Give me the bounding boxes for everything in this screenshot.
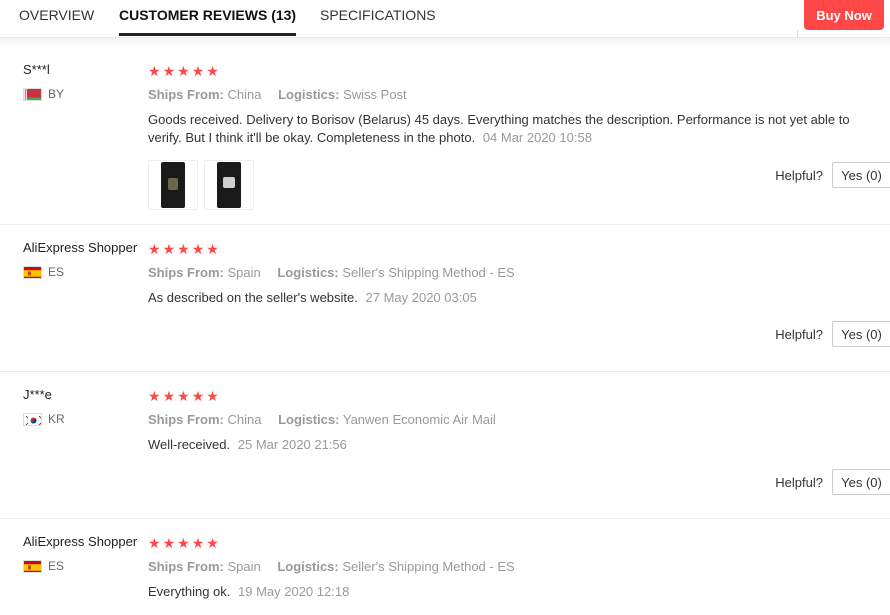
- shipping-info: Ships From: Spain Logistics: Seller's Sh…: [148, 265, 515, 280]
- star-rating: ★ ★ ★ ★ ★: [148, 64, 219, 78]
- review-date: 19 May 2020 12:18: [238, 584, 350, 599]
- tab-customer-reviews[interactable]: CUSTOMER REVIEWS (13): [119, 0, 297, 37]
- logistics-value: Yanwen Economic Air Mail: [342, 412, 496, 427]
- review-photo-thumbnail[interactable]: [204, 160, 254, 210]
- ships-from-label: Ships From:: [148, 87, 224, 102]
- tab-overview[interactable]: OVERVIEW: [19, 0, 94, 37]
- reviewer-name: AliExpress Shopper: [23, 534, 138, 549]
- review-body: As described on the seller's website.: [148, 290, 358, 305]
- star-rating: ★ ★ ★ ★ ★: [148, 536, 219, 550]
- star-icon: ★: [148, 63, 161, 79]
- helpful-label: Helpful?: [775, 167, 823, 183]
- reviewer-country: BY: [23, 87, 64, 101]
- review-text: Well-received. 25 Mar 2020 21:56: [148, 436, 873, 454]
- helpful-vote: Helpful? Yes (0): [775, 162, 890, 188]
- ships-from-label: Ships From:: [148, 265, 224, 280]
- helpful-vote: Helpful? Yes (0): [775, 469, 890, 495]
- reviewer-country: ES: [23, 559, 64, 573]
- reviewer-country: KR: [23, 412, 65, 426]
- review-text: As described on the seller's website. 27…: [148, 289, 873, 307]
- ships-from-value: Spain: [227, 559, 261, 574]
- country-code: ES: [48, 265, 65, 279]
- reviewer-country: ES: [23, 265, 64, 279]
- review-text: Everything ok. 19 May 2020 12:18: [148, 583, 873, 601]
- star-icon: ★: [148, 388, 161, 404]
- star-icon: ★: [177, 241, 190, 257]
- helpful-yes-button[interactable]: Yes (0): [832, 469, 890, 495]
- review-photos: [148, 160, 254, 210]
- star-icon: ★: [148, 241, 161, 257]
- star-icon: ★: [191, 241, 205, 257]
- star-rating: ★ ★ ★ ★ ★: [148, 389, 219, 403]
- helpful-label: Helpful?: [775, 474, 823, 490]
- ships-from-value: Spain: [227, 265, 261, 280]
- helpful-yes-button[interactable]: Yes (0): [832, 321, 890, 347]
- star-icon: ★: [162, 241, 176, 257]
- product-tab-bar: OVERVIEW CUSTOMER REVIEWS (13) SPECIFICA…: [0, 0, 890, 40]
- logistics-label: Logistics:: [278, 412, 340, 427]
- review-date: 04 Mar 2020 10:58: [482, 130, 592, 145]
- country-code: KR: [48, 412, 65, 426]
- ships-from-value: China: [227, 412, 262, 427]
- divider: [0, 38, 890, 46]
- buy-now-button[interactable]: Buy Now: [804, 0, 884, 30]
- star-icon: ★: [177, 388, 190, 404]
- logistics-label: Logistics:: [277, 265, 339, 280]
- star-icon: ★: [162, 63, 176, 79]
- spain-flag-icon: [23, 559, 42, 573]
- star-icon: ★: [191, 388, 205, 404]
- star-icon: ★: [162, 388, 176, 404]
- review-item: AliExpress Shopper ES ★ ★ ★ ★ ★ Ships Fr…: [0, 225, 890, 372]
- logistics-label: Logistics:: [278, 87, 340, 102]
- review-text: Goods received. Delivery to Borisov (Bel…: [148, 111, 873, 147]
- review-date: 27 May 2020 03:05: [365, 290, 477, 305]
- spain-flag-icon: [23, 265, 42, 279]
- helpful-vote: Helpful? Yes (0): [775, 321, 890, 347]
- logistics-value: Swiss Post: [343, 87, 407, 102]
- south-korea-flag-icon: [23, 412, 42, 426]
- ships-from-label: Ships From:: [148, 559, 224, 574]
- belarus-flag-icon: [23, 87, 42, 101]
- logistics-value: Seller's Shipping Method - ES: [342, 559, 515, 574]
- star-icon: ★: [206, 241, 219, 257]
- review-item: S***l BY ★ ★ ★ ★ ★ Ships From: China Log…: [0, 46, 890, 225]
- reviewer-name: J***e: [23, 387, 52, 402]
- ships-from-label: Ships From:: [148, 412, 224, 427]
- helpful-yes-button[interactable]: Yes (0): [832, 162, 890, 188]
- shipping-info: Ships From: China Logistics: Yanwen Econ…: [148, 412, 496, 427]
- reviewer-name: AliExpress Shopper: [23, 240, 138, 255]
- review-item: AliExpress Shopper ES ★ ★ ★ ★ ★ Ships Fr…: [0, 519, 890, 615]
- star-rating: ★ ★ ★ ★ ★: [148, 242, 219, 256]
- star-icon: ★: [177, 535, 190, 551]
- reviewer-name: S***l: [23, 62, 50, 77]
- country-code: BY: [48, 87, 65, 101]
- review-body: Well-received.: [148, 437, 231, 452]
- ships-from-value: China: [227, 87, 262, 102]
- star-icon: ★: [191, 63, 205, 79]
- star-icon: ★: [206, 63, 219, 79]
- star-icon: ★: [191, 535, 205, 551]
- logistics-label: Logistics:: [277, 559, 339, 574]
- review-body: Everything ok.: [148, 584, 231, 599]
- star-icon: ★: [206, 388, 219, 404]
- logistics-value: Seller's Shipping Method - ES: [342, 265, 515, 280]
- star-icon: ★: [148, 535, 161, 551]
- tab-specifications[interactable]: SPECIFICATIONS: [320, 0, 436, 37]
- helpful-label: Helpful?: [775, 326, 823, 342]
- shipping-info: Ships From: China Logistics: Swiss Post: [148, 87, 407, 102]
- review-item: J***e KR ★ ★ ★ ★ ★ Ships From: China Log…: [0, 372, 890, 519]
- star-icon: ★: [162, 535, 176, 551]
- review-photo-thumbnail[interactable]: [148, 160, 198, 210]
- review-date: 25 Mar 2020 21:56: [237, 437, 347, 452]
- star-icon: ★: [177, 63, 190, 79]
- country-code: ES: [48, 559, 65, 573]
- star-icon: ★: [206, 535, 219, 551]
- shipping-info: Ships From: Spain Logistics: Seller's Sh…: [148, 559, 515, 574]
